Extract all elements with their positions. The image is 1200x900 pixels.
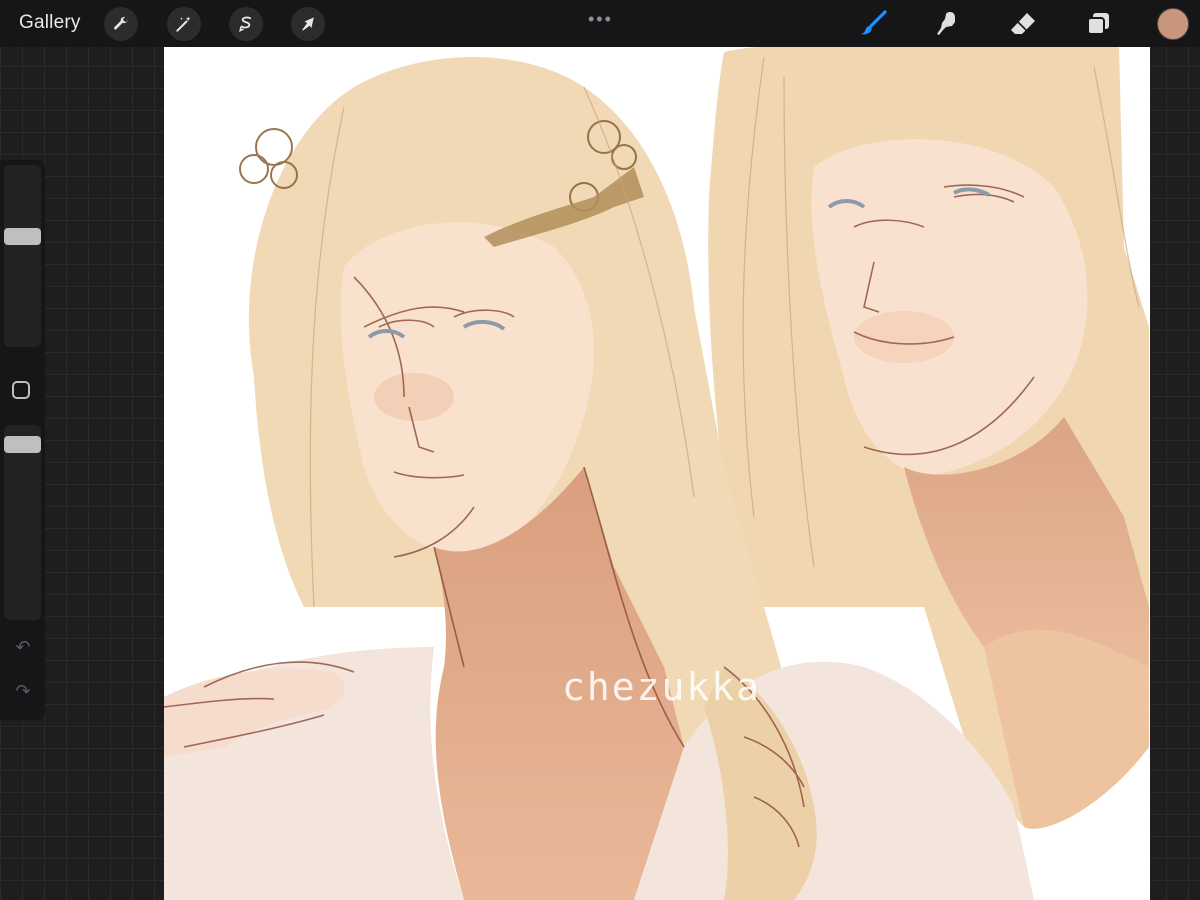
smudge-icon[interactable] <box>930 8 964 40</box>
opacity-slider-thumb[interactable] <box>4 435 41 453</box>
gallery-button[interactable]: Gallery <box>19 12 81 34</box>
brush-size-slider[interactable] <box>4 165 41 347</box>
top-toolbar: Gallery ••• <box>0 0 1200 47</box>
selection-icon[interactable] <box>229 7 263 41</box>
wrench-icon[interactable] <box>104 7 138 41</box>
artwork <box>164 47 1149 900</box>
brush-icon[interactable] <box>856 8 890 40</box>
transform-arrow-icon[interactable] <box>291 7 325 41</box>
left-sidebar: ↶ ↷ <box>0 160 45 720</box>
eraser-icon[interactable] <box>1006 8 1040 40</box>
opacity-slider[interactable] <box>4 425 41 620</box>
procreate-app: Gallery ••• chezukka ↶ ↷ <box>0 0 1200 900</box>
modify-button[interactable] <box>12 381 30 399</box>
color-picker-swatch[interactable] <box>1157 8 1189 40</box>
layers-icon[interactable] <box>1082 8 1116 40</box>
more-options-icon[interactable]: ••• <box>588 9 613 30</box>
watermark-text: chezukka <box>562 665 762 709</box>
drawing-canvas[interactable]: chezukka <box>164 47 1150 900</box>
undo-button[interactable]: ↶ <box>12 638 34 656</box>
redo-button[interactable]: ↷ <box>12 682 34 700</box>
brush-size-slider-thumb[interactable] <box>4 227 41 245</box>
magic-wand-icon[interactable] <box>167 7 201 41</box>
